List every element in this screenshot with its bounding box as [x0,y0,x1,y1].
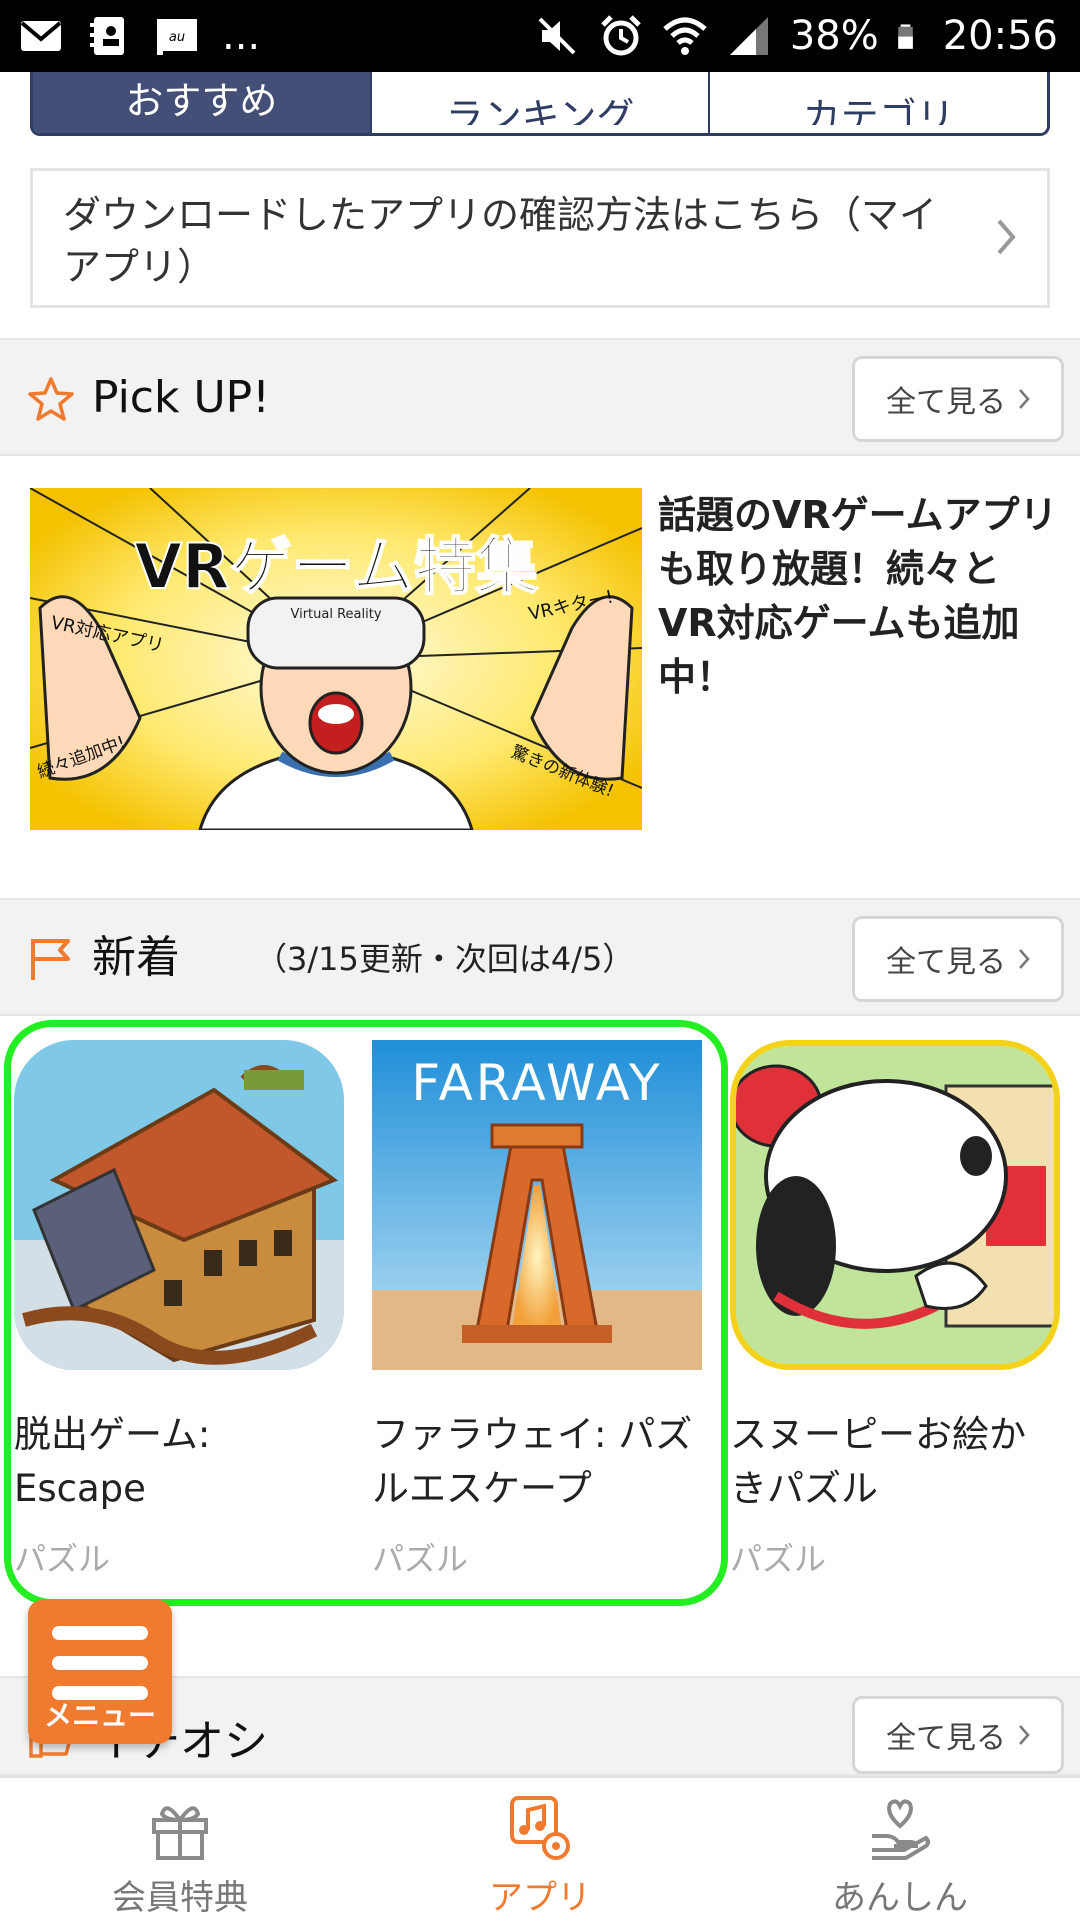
app-card-faraway[interactable]: FARAWAY ファラウェイ: パズルエスケープ パズル [372,1040,702,1580]
flag-icon [31,939,70,980]
au-app-icon: au [157,19,197,55]
tab-category-label: カテゴリ [802,95,955,125]
pickup-see-all-button[interactable]: 全て見る [852,356,1064,442]
nav-label: あんしん [832,1878,968,1918]
top-tabs: 新着 おすすめ ランキング カテゴリ [30,72,1050,136]
banner-title: VRゲーム特集 [134,530,538,603]
new-see-all-button[interactable]: 全て見る [852,916,1064,1002]
tab-category[interactable]: カテゴリ [710,72,1047,133]
app-icon-snoopy [730,1040,1060,1370]
apps-music-icon [510,1796,570,1860]
contacts-card-icon [90,17,124,55]
chevron-right-icon [1019,1725,1030,1745]
faraway-logo-text: FARAWAY [411,1054,662,1112]
new-section-update-note: （3/15更新・次回は4/5） [255,940,635,978]
nav-apps[interactable]: アプリ [360,1778,720,1920]
nav-label: アプリ [489,1878,591,1918]
alarm-icon [601,15,641,56]
info-banner-text: ダウンロードしたアプリの確認方法はこちら（マイアプリ） [63,193,938,289]
menu-label: メニュー [43,1699,156,1732]
floating-menu-button[interactable]: メニュー [28,1600,172,1744]
nav-safety[interactable]: あんしん [720,1778,1080,1920]
status-left-icons: au ... [18,12,260,60]
vr-banner-illustration: Virtual Reality VRゲーム特集 VR対応アプリ VRキター! 続… [30,488,642,830]
star-icon [28,377,74,421]
gift-icon [152,1806,208,1860]
vr-feature-banner[interactable]: Virtual Reality VRゲーム特集 VR対応アプリ VRキター! 続… [30,488,642,830]
new-section-title: 新着 [92,932,180,983]
battery-percent: 38% [789,13,879,59]
app-icon-faraway: FARAWAY [372,1040,702,1370]
svg-text:au: au [169,30,185,45]
chevron-right-icon [997,219,1016,255]
see-all-label: 全て見る [886,945,1006,980]
battery-icon [897,24,913,49]
app-card-snoopy-puzzle[interactable]: スヌーピーお絵かきパズル パズル [730,1040,1060,1580]
mute-icon [538,17,576,55]
status-right-icons: 38% 20:56 [534,10,1058,62]
app-name: ファラウェイ: パズルエスケープ [372,1413,693,1510]
tab-ranking-label: ランキング [445,95,635,125]
app-name: スヌーピーお絵かきパズル [730,1413,1026,1510]
escape-machine-artwork [14,1040,344,1370]
pickup-section-header: Pick UP! 全て見る [0,338,1080,456]
mail-icon [20,21,62,51]
chevron-right-icon [1019,949,1030,969]
signal-icon [729,17,768,55]
nav-label: 会員特典 [112,1878,248,1918]
bottom-navigation: 会員特典 アプリ あんしん [0,1776,1080,1920]
pickup-description[interactable]: 話題のVRゲームアプリも取り放題！続々とVR対応ゲームも追加中！ [658,488,1058,704]
tab-recommended-label: おすすめ [125,79,278,123]
heart-hand-icon [872,1799,930,1860]
app-card-escape-machine[interactable]: 脱出ゲーム: Escape Machine... パズル [14,1040,344,1580]
wifi-icon [663,17,707,55]
app-name: 脱出ゲーム: Escape Machine... [14,1413,211,1510]
app-category: パズル [372,1540,469,1578]
clock: 20:56 [942,13,1058,59]
ichioshi-see-all-button[interactable]: 全て見る [852,1696,1064,1774]
see-all-label: 全て見る [886,385,1006,420]
my-apps-info-banner[interactable]: ダウンロードしたアプリの確認方法はこちら（マイアプリ） [30,168,1050,308]
status-overflow: ... [222,13,261,59]
see-all-label: 全て見る [886,1721,1006,1756]
pickup-title: Pick UP! [92,372,270,423]
status-bar: au ... 38% 20:56 [0,0,1080,72]
app-icon-escape-machine [14,1040,344,1370]
tab-recommended[interactable]: 新着 おすすめ [33,72,372,133]
new-apps-row: 脱出ゲーム: Escape Machine... パズル FARAWAY ファラ… [0,1040,1080,1600]
nav-member-benefits[interactable]: 会員特典 [0,1778,360,1920]
app-category: パズル [14,1540,111,1578]
banner-caption-vr-label: Virtual Reality [290,607,381,622]
new-section-header: 新着 （3/15更新・次回は4/5） 全て見る [0,898,1080,1016]
chevron-right-icon [1019,389,1030,409]
tab-ranking[interactable]: ランキング [371,72,711,133]
snoopy-artwork [736,1046,1054,1364]
faraway-artwork: FARAWAY [372,1040,702,1370]
app-category: パズル [730,1540,827,1578]
